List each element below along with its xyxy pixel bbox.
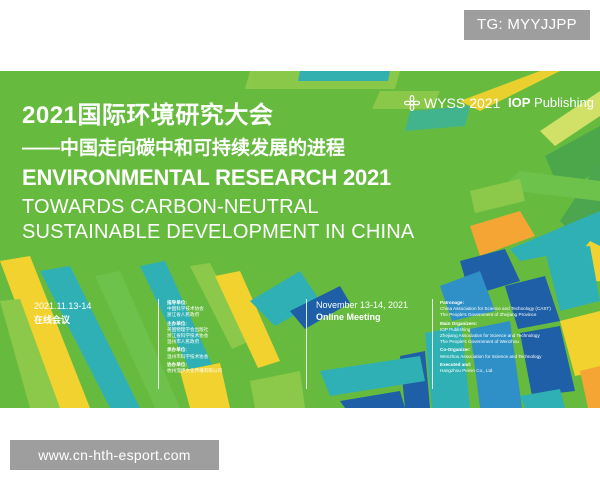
wyss-logo: WYSS 2021 <box>404 95 500 111</box>
conference-subtitle-cn: ——中国走向碳中和可持续发展的进程 <box>22 138 346 159</box>
org-en-line: China Association for Science and Techno… <box>440 306 551 312</box>
divider-left <box>158 299 159 389</box>
meeting-mode-en: Online Meeting <box>316 312 381 322</box>
org-cn-label: 指导单位: <box>167 300 187 305</box>
divider-right <box>432 299 433 389</box>
org-cn-line: 浙江省科学技术协会 <box>167 333 209 339</box>
organizers-en: Patronage: China Association for Science … <box>440 300 590 374</box>
org-cn-label: 主办单位: <box>167 320 187 326</box>
org-en-group: Main Organizers: IOP Publishing Zhejiang A… <box>440 321 590 346</box>
conference-subtitle-en-line2: SUSTAINABLE DEVELOPMENT IN CHINA <box>22 221 415 243</box>
iop-logo-rest: Publishing <box>530 95 595 110</box>
org-en-label: Patronage: <box>440 300 464 305</box>
org-en-group: Co-Organizer: Wenzhou Association for Sci… <box>440 347 590 359</box>
org-cn-line: 杭州澄伊文化传播有限公司 <box>167 368 223 374</box>
wyss-year: 2021 <box>469 95 501 111</box>
org-cn-line: 浙江省人民政府 <box>167 312 200 318</box>
org-cn-group: 主办单位: 英国物理学会出版社 浙江省科学技术协会 温州市人民政府 <box>167 321 307 346</box>
wyss-flower-icon <box>404 95 420 111</box>
org-en-label: Co-Organizer: <box>440 347 471 353</box>
org-cn-group: 承办单位: 温州市科学技术协会 <box>167 347 307 359</box>
org-en-label: Executed and: <box>440 361 472 367</box>
org-en-line: Hangzhou Peinin Co., Ltd. <box>440 368 494 374</box>
conference-title-en: ENVIRONMENTAL RESEARCH 2021 <box>22 165 392 190</box>
org-cn-line: 英国物理学会出版社 <box>167 326 209 332</box>
tg-watermark: TG: MYYJJPP <box>464 10 590 40</box>
url-watermark: www.cn-hth-esport.com <box>10 440 219 470</box>
org-en-group: Executed and: Hangzhou Peinin Co., Ltd. <box>440 362 590 374</box>
org-en-line: IOP Publishing <box>440 326 471 332</box>
iop-publishing-logo: IOP Publishing <box>508 95 594 110</box>
org-cn-group: 指导单位: 中国科学技术协会 浙江省人民政府 <box>167 300 307 319</box>
org-cn-group: 协办单位: 杭州澄伊文化传播有限公司 <box>167 362 307 374</box>
org-en-group: Patronage: China Association for Science … <box>440 300 590 319</box>
conference-title-cn: 2021国际环境研究大会 <box>22 102 274 129</box>
organizers-cn: 指导单位: 中国科学技术协会 浙江省人民政府 主办单位: 英国物理学会出版社 浙江省科学… <box>167 300 307 374</box>
date-cn: 2021.11.13-14 <box>34 301 92 311</box>
wyss-name: WYSS <box>424 95 466 111</box>
org-cn-label: 协办单位: <box>167 361 187 367</box>
org-cn-label: 承办单位: <box>167 347 187 353</box>
org-en-line: Zhejiang Association for Science and Tec… <box>440 333 540 339</box>
org-cn-line: 中国科学技术协会 <box>167 306 204 312</box>
iop-logo-bold: IOP <box>508 95 531 110</box>
org-en-line: Wenzhou Association for Science and Tech… <box>440 353 542 359</box>
org-cn-line: 温州市人民政府 <box>167 339 200 345</box>
divider-center <box>306 299 307 389</box>
org-en-label: Main Organizers: <box>440 320 478 326</box>
conference-subtitle-en-line1: TOWARDS CARBON-NEUTRAL <box>22 196 319 218</box>
date-en: November 13-14, 2021 <box>316 300 409 310</box>
org-en-line: The People's Government of Zhejiang Prov… <box>440 312 537 318</box>
meeting-mode-cn: 在线会议 <box>34 315 71 325</box>
conference-banner: 2021国际环境研究大会 ——中国走向碳中和可持续发展的进程 ENVIRONME… <box>0 71 600 408</box>
org-en-line: The People's Government of Wenzhou <box>440 339 519 345</box>
org-cn-line: 温州市科学技术协会 <box>167 353 209 359</box>
